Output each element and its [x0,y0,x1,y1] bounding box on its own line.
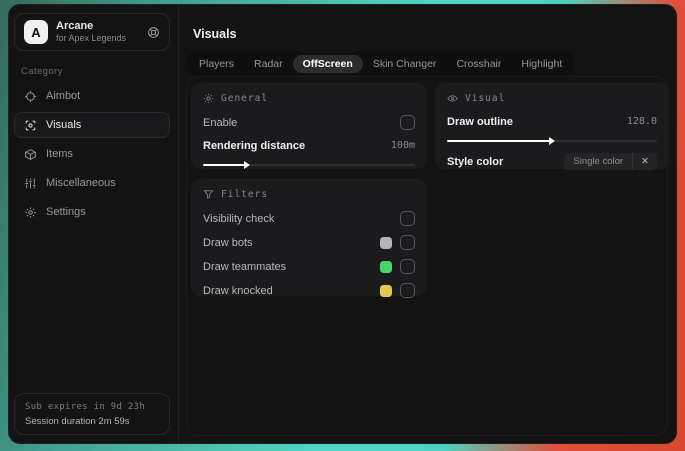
sidebar-item-items[interactable]: Items [14,141,170,167]
app-logo: A [24,20,48,44]
sidebar-item-settings[interactable]: Settings [14,199,170,225]
app-header-card: A Arcane for Apex Legends [14,13,170,51]
visual-panel: Visual Draw outline 128.0 Style color Si… [435,83,669,170]
filters-panel-header: Filters [203,189,415,200]
tab-highlight[interactable]: Highlight [511,55,572,73]
category-label: Category [21,66,63,77]
visibility-check-label: Visibility check [203,212,275,225]
general-panel-header: General [203,93,415,104]
main-area: Visuals Players Radar OffScreen Skin Cha… [179,5,676,443]
funnel-icon [203,189,214,200]
scan-icon [24,119,37,132]
draw-bots-color-swatch[interactable] [380,236,392,249]
slider-fill [447,137,555,145]
sidebar-item-label: Miscellaneous [46,177,116,189]
visual-panel-title: Visual [465,93,506,104]
sun-icon [203,93,214,104]
app-subtitle: for Apex Legends [56,33,127,43]
sidebar-item-label: Settings [46,206,86,218]
rendering-distance-value: 100m [390,140,415,151]
tab-offscreen[interactable]: OffScreen [292,54,363,73]
close-icon[interactable]: ✕ [632,153,657,170]
cube-icon [24,148,37,161]
style-color-label: Style color [447,155,504,168]
tab-players[interactable]: Players [189,55,244,73]
rendering-distance-label: Rendering distance [203,139,306,152]
draw-outline-slider[interactable] [447,136,657,145]
tab-skin-changer[interactable]: Skin Changer [363,55,447,73]
gear-icon [24,206,37,219]
sliders-icon [24,177,37,190]
sidebar-item-miscellaneous[interactable]: Miscellaneous [14,170,170,196]
app-window: A Arcane for Apex Legends Category Aimbo… [8,4,677,444]
tab-radar[interactable]: Radar [244,55,293,73]
draw-outline-value: 128.0 [626,116,657,127]
app-name: Arcane [56,20,94,32]
filters-panel: Filters Visibility check Draw bots Draw … [191,179,427,298]
general-panel-title: General [221,93,269,104]
draw-teammates-checkbox[interactable] [400,259,415,274]
slider-fill [203,161,251,169]
draw-knocked-label: Draw knocked [203,284,273,297]
sub-expires-text: Sub expires in 9d 23h [25,402,146,412]
sidebar-nav: Aimbot Visuals Items Miscellaneous Setti… [9,83,178,225]
sidebar-item-aimbot[interactable]: Aimbot [14,83,170,109]
draw-teammates-color-swatch[interactable] [380,260,392,273]
general-panel: General Enable Rendering distance 100m [191,83,427,169]
draw-knocked-checkbox[interactable] [400,283,415,298]
draw-bots-checkbox[interactable] [400,235,415,250]
draw-bots-label: Draw bots [203,236,253,249]
sidebar-item-label: Items [46,148,73,160]
app-title-block: Arcane for Apex Legends [56,20,126,44]
draw-teammates-label: Draw teammates [203,260,287,273]
tab-crosshair[interactable]: Crosshair [446,55,511,73]
visuals-tabbar: Players Radar OffScreen Skin Changer Cro… [187,52,575,75]
draw-outline-label: Draw outline [447,115,514,128]
visual-panel-header: Visual [447,93,657,104]
support-icon[interactable] [147,26,160,39]
sidebar-item-label: Aimbot [46,90,81,102]
sidebar-item-label: Visuals [46,119,82,131]
sidebar-item-visuals[interactable]: Visuals [14,112,170,138]
style-color-tag[interactable]: Single color ✕ [564,153,657,170]
crosshair-icon [24,90,37,103]
sidebar: A Arcane for Apex Legends Category Aimbo… [9,5,179,443]
subscription-info-card: Sub expires in 9d 23h Session duration 2… [14,393,170,435]
enable-label: Enable [203,116,238,129]
style-color-tag-label: Single color [573,156,624,167]
eye-icon [447,93,458,104]
draw-knocked-color-swatch[interactable] [380,284,392,297]
page-title: Visuals [193,27,237,41]
filters-panel-title: Filters [221,189,269,200]
enable-checkbox[interactable] [400,115,415,130]
session-duration-text: Session duration 2m 59s [25,416,130,427]
visibility-check-checkbox[interactable] [400,211,415,226]
rendering-distance-slider[interactable] [203,160,415,169]
